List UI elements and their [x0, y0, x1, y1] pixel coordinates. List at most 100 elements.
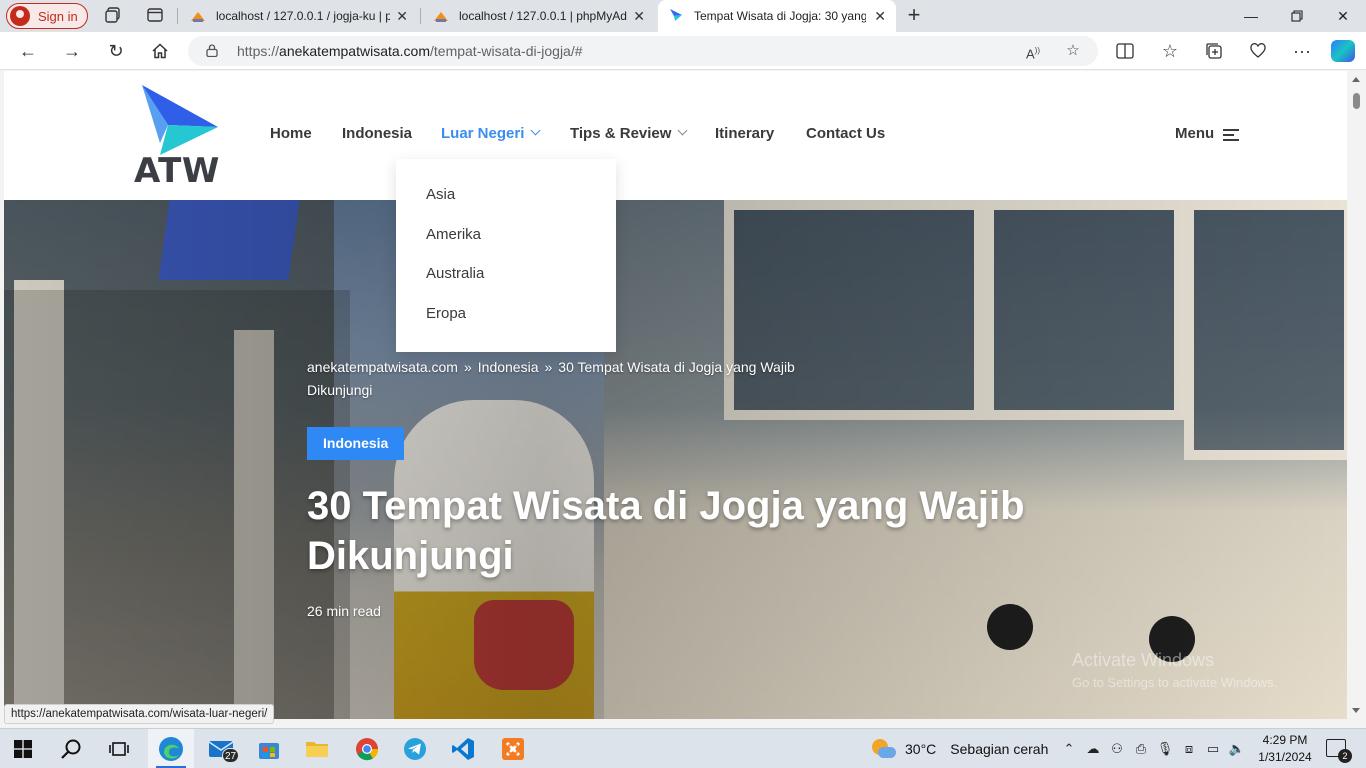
refresh-icon[interactable]: ↻: [102, 38, 130, 64]
address-bar[interactable]: https://anekatempatwisata.com/tempat-wis…: [188, 36, 1098, 66]
notification-icon[interactable]: 2: [1326, 739, 1352, 763]
sign-in-label: Sign in: [38, 8, 78, 24]
store-icon: [259, 743, 279, 759]
sign-in-button[interactable]: Sign in: [6, 3, 88, 29]
taskbar-edge[interactable]: [148, 729, 194, 768]
browser-toolbar: ← → ↻ https://anekatempatwisata.com/temp…: [0, 32, 1366, 70]
battery-icon[interactable]: ▭: [1204, 739, 1222, 759]
edge-icon: [159, 737, 183, 761]
scroll-down-icon[interactable]: [1352, 708, 1360, 713]
close-window-button[interactable]: ✕: [1320, 0, 1366, 32]
profile-avatar-icon: [10, 6, 30, 26]
tab-actions-icon[interactable]: [145, 6, 165, 26]
taskbar-mail[interactable]: 27: [198, 729, 244, 768]
nav-tips-review-label: Tips & Review: [570, 125, 672, 142]
close-tab-icon[interactable]: ✕: [390, 8, 408, 25]
taskbar-explorer[interactable]: [294, 729, 340, 768]
site-logo[interactable]: ATW: [134, 85, 224, 191]
dropdown-item-eropa[interactable]: Eropa: [396, 300, 616, 340]
url-text[interactable]: https://anekatempatwisata.com/tempat-wis…: [237, 43, 583, 59]
tab-phpmyadmin-jogja[interactable]: localhost / 127.0.0.1 / jogja-ku | php ✕: [180, 0, 418, 32]
mail-count-badge: 27: [222, 748, 239, 763]
site-header: ATW Home Indonesia Luar Negeri Tips & Re…: [4, 71, 1347, 200]
atw-logo-icon: [142, 85, 218, 155]
workspaces-icon[interactable]: [103, 6, 123, 26]
new-tab-icon[interactable]: +: [902, 4, 926, 28]
scrollbar-thumb[interactable]: [1353, 93, 1360, 109]
browser-essentials-icon[interactable]: [1244, 38, 1272, 64]
collections-icon[interactable]: [1200, 38, 1228, 64]
page-scrollbar[interactable]: [1347, 71, 1366, 719]
close-tab-icon[interactable]: ✕: [868, 8, 886, 25]
nav-home[interactable]: Home: [270, 125, 312, 142]
folder-icon: [306, 742, 328, 757]
breadcrumb-home-link[interactable]: anekatempatwisata.com: [307, 359, 458, 375]
notification-count: 2: [1338, 749, 1352, 763]
settings-more-icon[interactable]: ···: [1288, 38, 1316, 64]
taskbar-telegram[interactable]: [392, 729, 438, 768]
menu-button[interactable]: Menu: [1175, 125, 1239, 142]
restore-button[interactable]: [1274, 0, 1320, 32]
breadcrumb-category-link[interactable]: Indonesia: [478, 359, 539, 375]
split-screen-icon[interactable]: [1111, 38, 1139, 64]
taskbar-vscode[interactable]: [440, 729, 486, 768]
category-badge[interactable]: Indonesia: [307, 427, 405, 460]
weather-temperature: 30°C: [905, 741, 937, 757]
read-time: 26 min read: [307, 603, 381, 619]
taskbar-xampp[interactable]: [490, 729, 536, 768]
breadcrumb-separator: »: [463, 359, 472, 375]
lock-icon[interactable]: [206, 44, 218, 57]
home-icon[interactable]: [146, 38, 174, 64]
task-view-icon: [109, 742, 129, 756]
scroll-up-icon[interactable]: [1352, 77, 1360, 82]
dropdown-item-australia[interactable]: Australia: [396, 260, 616, 300]
cloud-sync-icon[interactable]: ☁: [1084, 739, 1102, 759]
nav-tips-review[interactable]: Tips & Review: [570, 125, 688, 142]
close-tab-icon[interactable]: ✕: [627, 8, 645, 25]
nav-indonesia[interactable]: Indonesia: [342, 125, 412, 142]
clock-date: 1/31/2024: [1258, 750, 1312, 764]
minimize-button[interactable]: —: [1228, 0, 1274, 32]
system-clock[interactable]: 4:29 PM 1/31/2024: [1254, 732, 1316, 766]
nav-luar-negeri[interactable]: Luar Negeri: [441, 125, 541, 142]
link-preview-status: https://anekatempatwisata.com/wisata-lua…: [4, 704, 275, 724]
camera-icon[interactable]: ⧈: [1180, 739, 1198, 759]
tab-tempat-wisata[interactable]: Tempat Wisata di Jogja: 30 yang ✕: [658, 0, 896, 32]
dropdown-item-amerika[interactable]: Amerika: [396, 221, 616, 261]
search-button[interactable]: [48, 729, 94, 768]
tab-phpmyadmin[interactable]: localhost / 127.0.0.1 | phpMyAdmin ✕: [423, 0, 655, 32]
copilot-icon[interactable]: [1331, 40, 1355, 62]
telegram-icon: [404, 738, 426, 760]
taskbar-chrome[interactable]: [344, 729, 390, 768]
nav-contact-us[interactable]: Contact Us: [806, 125, 885, 142]
tab-title: localhost / 127.0.0.1 | phpMyAdmin: [459, 9, 627, 23]
read-aloud-icon[interactable]: A)): [1022, 40, 1044, 62]
weather-condition: Sebagian cerah: [950, 741, 1049, 757]
url-prefix: https://: [237, 43, 280, 59]
microphone-icon[interactable]: 🎙: [1156, 739, 1174, 759]
hero-overlay: [4, 200, 1347, 719]
search-icon: [61, 739, 81, 759]
chrome-icon: [356, 738, 379, 761]
weather-widget[interactable]: 30°C Sebagian cerah: [872, 729, 1048, 768]
favorite-star-icon[interactable]: ☆: [1062, 40, 1084, 62]
logo-text: ATW: [134, 151, 220, 191]
back-icon[interactable]: ←: [14, 38, 42, 64]
watermark-subtitle: Go to Settings to activate Windows.: [1072, 675, 1278, 690]
start-button[interactable]: [0, 729, 46, 768]
url-path: /tempat-wisata-di-jogja/#: [430, 43, 583, 59]
favorites-icon[interactable]: ☆: [1156, 38, 1184, 64]
xampp-icon: [502, 738, 524, 760]
phpmyadmin-icon: [191, 12, 205, 22]
activate-windows-watermark: Activate Windows Go to Settings to activ…: [1072, 650, 1277, 690]
task-view-button[interactable]: [96, 729, 142, 768]
forward-icon[interactable]: →: [58, 38, 86, 64]
volume-icon[interactable]: 🔈: [1228, 739, 1246, 759]
nav-itinerary[interactable]: Itinerary: [715, 125, 774, 142]
dropdown-item-asia[interactable]: Asia: [396, 181, 616, 221]
usb-device-icon[interactable]: ⎙: [1132, 739, 1150, 759]
taskbar-store[interactable]: [246, 729, 292, 768]
chevron-up-icon[interactable]: ⌃: [1060, 739, 1078, 759]
network-share-icon[interactable]: ⚇: [1108, 739, 1126, 759]
hamburger-icon: [1223, 129, 1239, 144]
